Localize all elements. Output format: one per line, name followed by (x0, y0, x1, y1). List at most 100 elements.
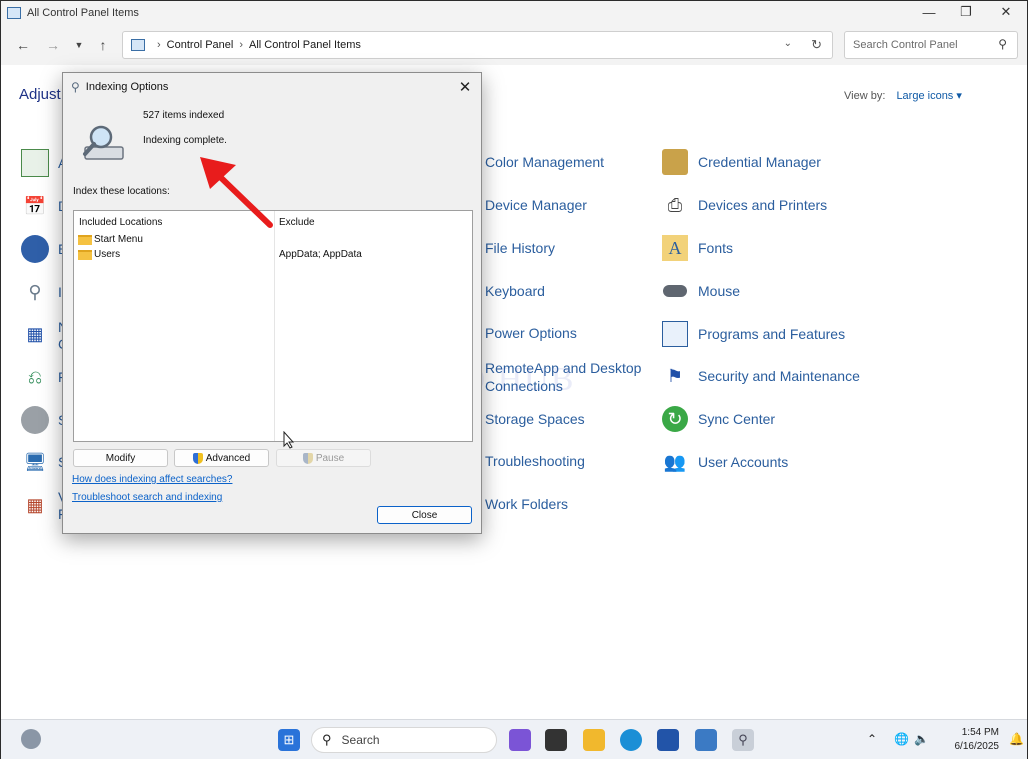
item-label: Power Options (485, 325, 577, 341)
ease-of-access-icon[interactable] (21, 235, 49, 263)
troubleshoot-link[interactable]: Troubleshoot search and indexing (72, 492, 222, 503)
up-arrow-icon[interactable]: ↑ (93, 35, 113, 55)
view-by-value[interactable]: Large icons (896, 90, 953, 102)
close-window-button[interactable]: ✕ (988, 1, 1024, 23)
annotation-arrow-icon (200, 157, 273, 228)
credential-manager-item[interactable]: Credential Manager (662, 149, 821, 175)
back-arrow-icon[interactable]: ← (13, 35, 33, 55)
mouse-cursor-icon (283, 431, 295, 449)
flag-icon: ⚑ (666, 365, 684, 386)
pause-button[interactable]: Pause (276, 449, 371, 467)
power-options-item[interactable]: Power Options (485, 325, 577, 341)
uac-shield-icon (302, 452, 313, 464)
device-manager-item[interactable]: Device Manager (485, 197, 587, 213)
color-management-item[interactable]: Color Management (485, 154, 604, 170)
store-icon[interactable] (657, 729, 679, 751)
refresh-icon[interactable]: ↻ (811, 37, 822, 53)
clock[interactable]: 1:54 PM 6/16/2025 (937, 726, 1000, 754)
view-by-dropdown[interactable]: Large icons ▾ (896, 90, 961, 102)
system-monitor-icon[interactable]: 🖥 (21, 448, 49, 476)
file-explorer-icon[interactable] (583, 729, 605, 751)
item-label: Sync Center (698, 411, 776, 427)
search-input[interactable]: Search Control Panel ⚲ (844, 31, 1018, 59)
users-icon: 👥 (663, 451, 687, 472)
modify-label: Modify (105, 452, 136, 464)
keyboard-item[interactable]: Keyboard (485, 283, 545, 299)
indexing-magnifier-icon (83, 125, 124, 160)
close-button[interactable]: Close (377, 506, 472, 524)
item-label: File History (485, 240, 556, 256)
network-icon[interactable]: ▦ (21, 320, 49, 348)
view-by-label: View by: (844, 90, 886, 102)
locations-list[interactable]: Included Locations Exclude Start Menu Us… (73, 210, 473, 442)
indexing-options-icon[interactable]: ⚲ (21, 278, 49, 306)
file-history-item[interactable]: File History (485, 240, 555, 256)
breadcrumb-control-panel[interactable]: Control Panel (167, 39, 234, 51)
item-label: Keyboard (485, 283, 545, 299)
breadcrumb-separator-icon: › (239, 39, 243, 51)
network-globe-icon[interactable]: 🌐 (894, 732, 909, 746)
location-row[interactable]: Users (78, 249, 120, 260)
dialog-close-icon[interactable]: ✕ (455, 77, 475, 97)
exclude-header: Exclude (279, 217, 315, 228)
clock-date: 6/16/2025 (954, 741, 1000, 752)
control-panel-icon (131, 39, 145, 51)
item-label: Storage Spaces (485, 411, 585, 427)
recent-locations-chevron-icon[interactable]: ▼ (69, 35, 89, 55)
calendar-clock-icon[interactable]: 📅 (21, 192, 49, 220)
work-folders-item[interactable]: Work Folders (485, 496, 568, 512)
control-panel-taskbar-icon[interactable] (695, 729, 717, 751)
minimize-button[interactable]: — (911, 1, 947, 23)
item-label: Work Folders (485, 496, 568, 512)
programs-features-item[interactable]: Programs and Features (662, 321, 845, 347)
copilot-icon[interactable] (509, 729, 531, 751)
item-label: Mouse (698, 283, 741, 299)
forward-arrow-icon[interactable]: → (43, 35, 63, 55)
taskbar: ⊞ ⚲ Search ⚲ ⌃ 🌐 🔈 1:54 PM 6/16/2025 🔔 (1, 719, 1027, 759)
indexing-taskbar-icon[interactable]: ⚲ (732, 729, 754, 751)
folder-icon (78, 249, 92, 260)
start-icon[interactable]: ⊞ (278, 729, 300, 751)
indexing-icon: ⚲ (71, 80, 80, 94)
view-by: View by: Large icons ▾ (844, 89, 962, 102)
notifications-bell-icon[interactable]: 🔔 (1009, 732, 1024, 746)
restore-button[interactable]: ❐ (948, 1, 984, 23)
pause-label: Pause (315, 452, 345, 464)
item-label: User Accounts (698, 454, 789, 470)
action-center-icon[interactable] (21, 149, 49, 177)
location-row[interactable]: Start Menu (78, 234, 143, 245)
item-label: Security and Maintenance (698, 368, 860, 384)
mouse-item[interactable]: Mouse (662, 278, 740, 304)
widgets-icon[interactable] (21, 729, 41, 749)
firewall-icon[interactable]: ▦ (21, 491, 49, 519)
dialog-title: Indexing Options (85, 81, 169, 93)
sync-center-item[interactable]: ↻ Sync Center (662, 406, 775, 432)
volume-icon[interactable]: 🔈 (914, 732, 929, 746)
storage-spaces-item[interactable]: Storage Spaces (485, 411, 585, 427)
locations-label: Index these locations: (73, 186, 170, 197)
task-view-icon[interactable] (545, 729, 567, 751)
search-icon[interactable]: ⚲ (998, 37, 1007, 51)
security-maintenance-item[interactable]: ⚑ Security and Maintenance (662, 363, 860, 389)
show-hidden-icons[interactable]: ⌃ (867, 732, 877, 746)
advanced-label: Advanced (205, 452, 251, 464)
devices-printers-item[interactable]: ⎙ Devices and Printers (662, 192, 827, 218)
indexing-help-link[interactable]: How does indexing affect searches? (72, 474, 232, 485)
speaker-icon[interactable] (21, 406, 49, 434)
user-accounts-item[interactable]: 👥 User Accounts (662, 449, 788, 475)
recovery-icon[interactable]: ⎌ (21, 363, 49, 391)
advanced-button[interactable]: Advanced (174, 449, 269, 467)
item-label: Fonts (698, 240, 734, 256)
breadcrumb-all-items[interactable]: All Control Panel Items (249, 39, 361, 51)
fonts-folder-icon: A (662, 235, 688, 261)
modify-button[interactable]: Modify (73, 449, 168, 467)
address-bar[interactable]: › Control Panel › All Control Panel Item… (122, 31, 833, 59)
address-dropdown-icon[interactable]: ⌄ (784, 38, 792, 49)
taskbar-search[interactable]: ⚲ Search (311, 727, 497, 753)
mouse-icon (662, 278, 688, 304)
indexing-status: Indexing complete. (143, 135, 227, 146)
fonts-item[interactable]: A Fonts (662, 235, 733, 261)
troubleshooting-item[interactable]: Troubleshooting (485, 453, 585, 469)
item-label: Troubleshooting (485, 453, 585, 469)
edge-icon[interactable] (620, 729, 642, 751)
